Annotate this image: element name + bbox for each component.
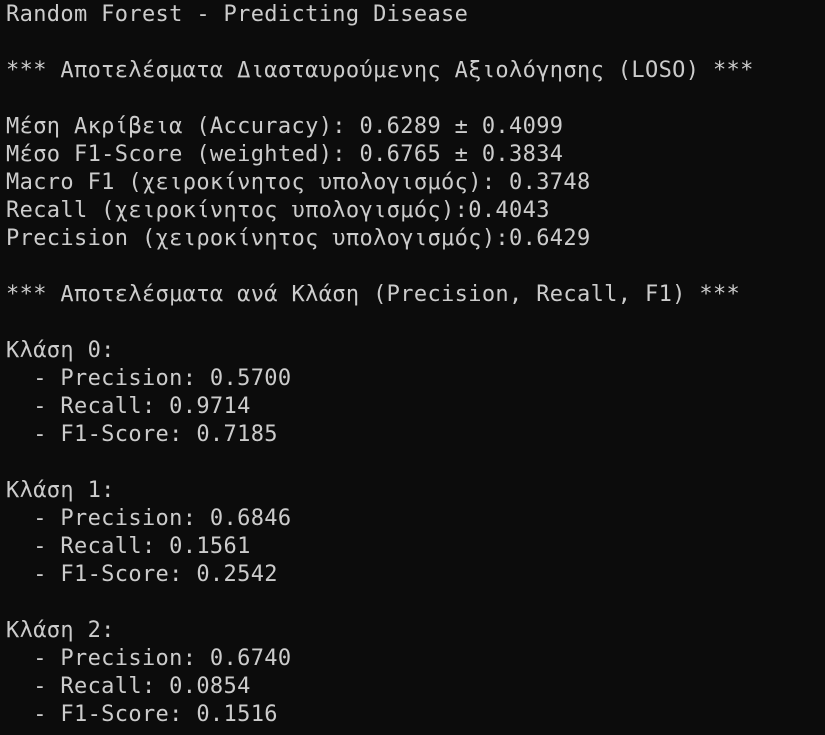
output-line-class-0: Κλάση 0:: [6, 338, 115, 363]
output-line-f1-weighted: Μέσο F1-Score (weighted): 0.6765 ± 0.383…: [6, 142, 564, 167]
output-line-class-0-precision: - Precision: 0.5700: [6, 366, 292, 391]
output-line-class-1-f1: - F1-Score: 0.2542: [6, 562, 278, 587]
output-line-class-2-recall: - Recall: 0.0854: [6, 674, 251, 699]
output-line-class-2: Κλάση 2:: [6, 618, 115, 643]
output-line-class-0-f1: - F1-Score: 0.7185: [6, 422, 278, 447]
output-line-class-2-f1: - F1-Score: 0.1516: [6, 702, 278, 727]
output-line-class-header: *** Αποτελέσματα ανά Κλάση (Precision, R…: [6, 282, 741, 307]
output-line-loso-header: *** Αποτελέσματα Διασταυρούμενης Αξιολόγ…: [6, 58, 754, 83]
output-line-precision: Precision (χειροκίνητος υπολογισμός):0.6…: [6, 226, 591, 251]
output-line-macro-f1: Macro F1 (χειροκίνητος υπολογισμός): 0.3…: [6, 170, 591, 195]
output-line-class-1-recall: - Recall: 0.1561: [6, 534, 251, 559]
output-line-recall: Recall (χειροκίνητος υπολογισμός):0.4043: [6, 198, 550, 223]
terminal-window[interactable]: Random Forest - Predicting Disease *** Α…: [0, 0, 825, 735]
output-line-class-1: Κλάση 1:: [6, 478, 115, 503]
output-line-accuracy: Μέση Ακρίβεια (Accuracy): 0.6289 ± 0.409…: [6, 114, 564, 139]
output-line-class-1-precision: - Precision: 0.6846: [6, 506, 292, 531]
output-line-class-2-precision: - Precision: 0.6740: [6, 646, 292, 671]
output-line-title: Random Forest - Predicting Disease: [6, 2, 469, 27]
output-line-class-0-recall: - Recall: 0.9714: [6, 394, 251, 419]
